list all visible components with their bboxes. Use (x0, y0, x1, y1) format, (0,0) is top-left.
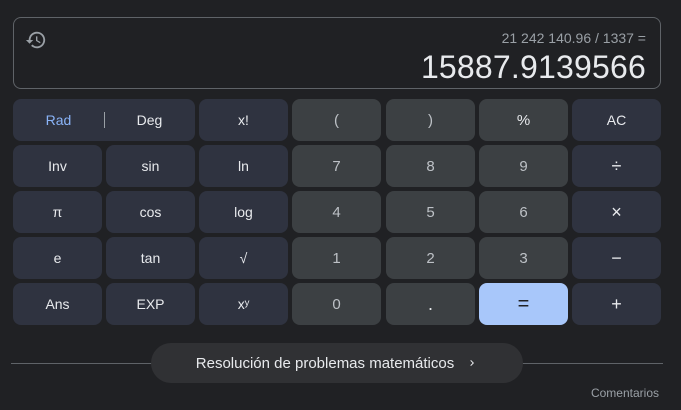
digit-0-button[interactable]: 0 (292, 283, 381, 325)
deg-button[interactable]: Deg (104, 99, 195, 141)
digit-2-label: 2 (426, 249, 435, 267)
digit-4-label: 4 (332, 203, 341, 221)
close-paren-label: ) (428, 111, 433, 129)
digit-5-label: 5 (426, 203, 435, 221)
digit-3-button[interactable]: 3 (479, 237, 568, 279)
digit-7-label: 7 (332, 157, 341, 175)
open-paren-button[interactable]: ( (292, 99, 381, 141)
result-text: 15887.9139566 (420, 49, 646, 85)
math-solver-button[interactable]: Resolución de problemas matemáticos (151, 343, 523, 383)
digit-4-button[interactable]: 4 (292, 191, 381, 233)
digit-2-button[interactable]: 2 (386, 237, 475, 279)
digit-1-button[interactable]: 1 (292, 237, 381, 279)
digit-8-label: 8 (426, 157, 435, 175)
log-button[interactable]: log (199, 191, 288, 233)
digit-9-button[interactable]: 9 (479, 145, 568, 187)
digit-6-label: 6 (519, 203, 528, 221)
chevron-right-icon (470, 360, 475, 366)
multiply-button[interactable]: × (572, 191, 661, 233)
pi-button[interactable]: π (13, 191, 102, 233)
ln-button[interactable]: ln (199, 145, 288, 187)
decimal-point-button[interactable]: . (386, 283, 475, 325)
digit-8-button[interactable]: 8 (386, 145, 475, 187)
ans-button[interactable]: Ans (13, 283, 102, 325)
digit-6-button[interactable]: 6 (479, 191, 568, 233)
all-clear-button[interactable]: AC (572, 99, 661, 141)
percent-label: % (516, 111, 531, 129)
inverse-button[interactable]: Inv (13, 145, 102, 187)
divider-right (521, 363, 663, 364)
feedback-link[interactable]: Comentarios (591, 386, 659, 400)
close-paren-button[interactable]: ) (386, 99, 475, 141)
tan-button[interactable]: tan (106, 237, 195, 279)
exp-button[interactable]: EXP (106, 283, 195, 325)
factorial-button[interactable]: x! (199, 99, 288, 141)
history-icon (25, 31, 46, 49)
calculator-display: 21 242 140.96 / 1337 = 15887.9139566 (13, 17, 661, 89)
minus-button[interactable]: − (572, 237, 661, 279)
sin-button[interactable]: sin (106, 145, 195, 187)
percent-button[interactable]: % (479, 99, 568, 141)
plus-button[interactable]: + (572, 283, 661, 325)
angle-mode-toggle[interactable]: Rad Deg (13, 99, 195, 141)
history-button[interactable] (24, 28, 48, 52)
digit-7-button[interactable]: 7 (292, 145, 381, 187)
divide-button[interactable]: ÷ (572, 145, 661, 187)
digit-1-label: 1 (332, 249, 341, 267)
digit-3-label: 3 (519, 249, 528, 267)
rad-button[interactable]: Rad (13, 99, 104, 141)
digit-5-button[interactable]: 5 (386, 191, 475, 233)
power-button[interactable]: xʸ (199, 283, 288, 325)
digit-0-label: 0 (332, 295, 341, 313)
divider-left (11, 363, 153, 364)
equals-button[interactable]: = (479, 283, 568, 325)
math-solver-label: Resolución de problemas matemáticos (195, 354, 455, 372)
sqrt-button[interactable]: √ (199, 237, 288, 279)
digit-9-label: 9 (519, 157, 528, 175)
open-paren-label: ( (334, 111, 339, 129)
expression-text: 21 242 140.96 / 1337 = (501, 30, 646, 46)
decimal-point-label: . (427, 293, 433, 314)
euler-button[interactable]: e (13, 237, 102, 279)
cos-button[interactable]: cos (106, 191, 195, 233)
